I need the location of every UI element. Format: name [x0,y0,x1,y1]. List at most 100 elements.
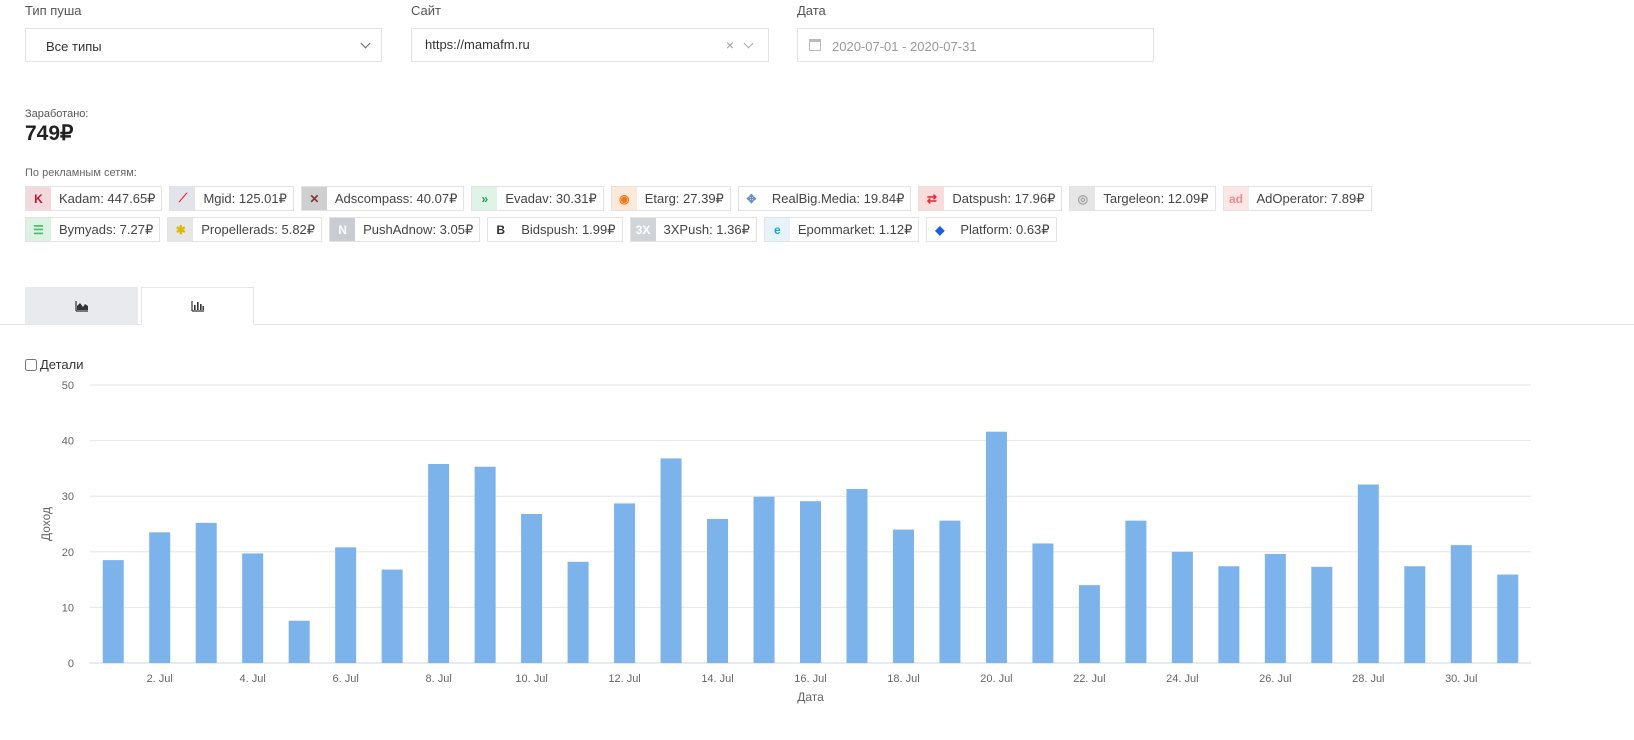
push-type-value: Все типы [46,39,102,54]
x-tick-label: 24. Jul [1166,673,1198,685]
network-chip-label: Targeleon: 12.09₽ [1103,190,1209,206]
x-tick-label: 30. Jul [1445,673,1477,685]
chart-bar [381,569,403,663]
chart-bar [753,496,775,663]
network-chip-label: Platform: 0.63₽ [960,221,1050,237]
x-tick-label: 6. Jul [333,673,359,685]
network-logo-icon: » [472,187,498,210]
chart-bar [892,529,914,663]
x-tick-label: 2. Jul [147,673,173,685]
chart-bar [102,560,124,663]
chart-bar [474,466,496,663]
date-label: Дата [797,3,826,18]
network-chip-label: Etarg: 27.39₽ [644,190,724,206]
earned-total: 749₽ [25,122,74,145]
network-chip: ✥ RealBig.Media: 19.84₽ [737,186,912,211]
network-chip: ◉ Etarg: 27.39₽ [610,186,731,211]
y-tick-label: 10 [62,602,74,614]
x-tick-label: 4. Jul [240,673,266,685]
networks-list: K Kadam: 447.65₽ ⟋ Mgid: 125.01₽ ✕ Adscompass… [25,186,1495,242]
y-tick-label: 40 [62,436,74,448]
site-value: https://mamafm.ru [425,37,530,52]
chart-bar [288,620,310,663]
chart-bar [521,513,543,663]
network-logo-icon: ◉ [611,187,637,210]
push-type-select[interactable]: Все типы [25,28,382,62]
x-tick-label: 28. Jul [1352,673,1384,685]
details-checkbox[interactable] [25,358,37,371]
chart-bar [428,463,450,663]
y-tick-label: 50 [62,380,74,392]
chart-bar [939,520,961,663]
revenue-bar-chart: 0 10 20 30 40 50 2. Jul 4. Jul 6. Jul 8. Jul 10. J… [39,380,1531,704]
network-chip-label: Mgid: 125.01₽ [203,190,287,206]
network-chip: K Kadam: 447.65₽ [25,186,163,211]
chart-bar [660,458,682,663]
tab-bar-chart[interactable] [141,287,254,325]
network-logo-icon: B [488,218,514,241]
network-chip-label: Kadam: 447.65₽ [59,190,156,206]
network-logo-icon: ✕ [301,187,327,210]
chart-bar [707,518,729,663]
clear-icon[interactable]: × [726,37,734,53]
network-chip: B Bidspush: 1.99₽ [487,217,623,242]
network-chip-label: Datspush: 17.96₽ [952,190,1056,206]
x-tick-label: 14. Jul [701,673,733,685]
x-tick-label: 20. Jul [980,673,1012,685]
earned-label: Заработано: [25,108,89,120]
y-tick-label: 0 [68,658,74,670]
x-tick-label: 10. Jul [515,673,547,685]
chart-bar [1497,574,1519,663]
chevron-down-icon [743,38,754,49]
x-tick-label: 8. Jul [425,673,451,685]
network-logo-icon: ad [1223,187,1249,210]
network-chip: ⟋ Mgid: 125.01₽ [169,186,294,211]
network-chip-label: 3XPush: 1.36₽ [663,221,750,237]
site-select[interactable]: https://mamafm.ru × [411,28,769,62]
push-type-label: Тип пуша [25,3,82,18]
chart-bar [846,488,868,663]
network-logo-icon: ✥ [738,187,764,210]
network-logo-icon: ⟋ [170,187,196,210]
network-chip: ✕ Adscompass: 40.07₽ [300,186,465,211]
x-tick-label: 26. Jul [1259,673,1291,685]
chart-bar [1357,484,1379,663]
x-tick-label: 18. Jul [887,673,919,685]
chart-bar [567,561,589,663]
network-chip-label: Adscompass: 40.07₽ [334,190,458,206]
network-chip-label: AdOperator: 7.89₽ [1256,190,1365,206]
network-chip: ad AdOperator: 7.89₽ [1222,186,1372,211]
network-logo-icon: ✱ [168,218,194,241]
network-logo-icon: 3X [630,218,656,241]
chart-bar [1404,566,1426,663]
bar-chart-icon [190,301,204,312]
network-chip: ⇄ Datspush: 17.96₽ [918,186,1063,211]
chevron-down-icon [360,38,371,49]
y-axis-title: Доход [39,507,53,541]
x-tick-label: 12. Jul [608,673,640,685]
chart-bar [149,532,171,663]
chart-bar [1125,520,1147,663]
chart-bar [614,503,636,663]
chart-bar [1311,566,1333,663]
network-chip: ◎ Targeleon: 12.09₽ [1069,186,1216,211]
date-range-field[interactable]: 2020-07-01 - 2020-07-31 [797,28,1154,62]
networks-label: По рекламным сетям: [25,167,137,179]
y-tick-label: 20 [62,547,74,559]
network-chip: N PushAdnow: 3.05₽ [329,217,481,242]
network-chip-label: Evadav: 30.31₽ [505,190,597,206]
x-axis-title: Дата [797,690,824,704]
chart-bar [1171,551,1193,663]
chart-bar [985,431,1007,663]
network-chip: e Epommarket: 1.12₽ [763,217,920,242]
chart-bar [195,522,217,663]
network-logo-icon: K [26,187,51,210]
date-range-value: 2020-07-01 - 2020-07-31 [832,39,977,54]
tab-area-chart[interactable] [25,287,138,325]
network-chip: ✱ Propellerads: 5.82₽ [167,217,323,242]
chart-bar [242,553,264,663]
network-chip-label: Bymyads: 7.27₽ [59,221,154,237]
chart-bar [335,547,357,663]
network-logo-icon: ◆ [927,218,953,241]
area-chart-icon [74,301,88,312]
